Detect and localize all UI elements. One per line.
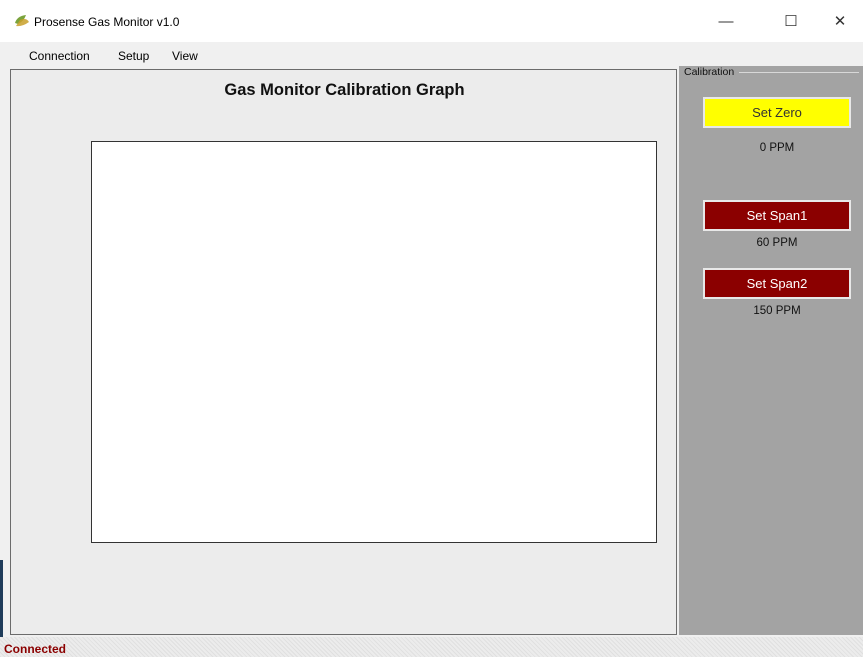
set-span2-button[interactable]: Set Span2 (703, 268, 851, 299)
close-icon: ✕ (833, 13, 847, 30)
status-bar: Connected (0, 637, 863, 657)
span1-value: 60 PPM (756, 237, 798, 249)
window-title: Prosense Gas Monitor v1.0 (34, 15, 180, 29)
app-logo-icon (15, 15, 29, 27)
minimize-button[interactable]: — (703, 0, 749, 42)
minimize-icon: — (718, 12, 734, 30)
connection-status: Connected (4, 642, 67, 656)
menu-setup[interactable]: Setup (118, 49, 149, 63)
graph-title: Gas Monitor Calibration Graph (224, 81, 465, 99)
title-bar[interactable]: Prosense Gas Monitor v1.0 — ☐ ✕ (0, 0, 863, 42)
app-window: Prosense Gas Monitor v1.0 — ☐ ✕ Connecti… (0, 0, 863, 657)
set-zero-button[interactable]: Set Zero (703, 97, 851, 128)
calibration-panel: Calibration Set Zero 0 PPM Set Span1 60 … (679, 66, 863, 635)
set-span1-button[interactable]: Set Span1 (703, 200, 851, 231)
calibration-group-label: Calibration (684, 66, 735, 78)
menu-connection[interactable]: Connection (29, 49, 90, 63)
zero-value: 0 PPM (759, 142, 795, 154)
menu-bar: Connection Setup View (0, 42, 863, 68)
graph-panel: Gas Monitor Calibration Graph (10, 69, 677, 635)
menu-view[interactable]: View (172, 49, 198, 63)
maximize-button[interactable]: ☐ (768, 0, 814, 42)
span2-value: 150 PPM (753, 305, 801, 317)
maximize-icon: ☐ (784, 13, 798, 30)
close-button[interactable]: ✕ (817, 0, 863, 42)
graph-plot-area (91, 141, 657, 543)
group-border (739, 72, 859, 73)
